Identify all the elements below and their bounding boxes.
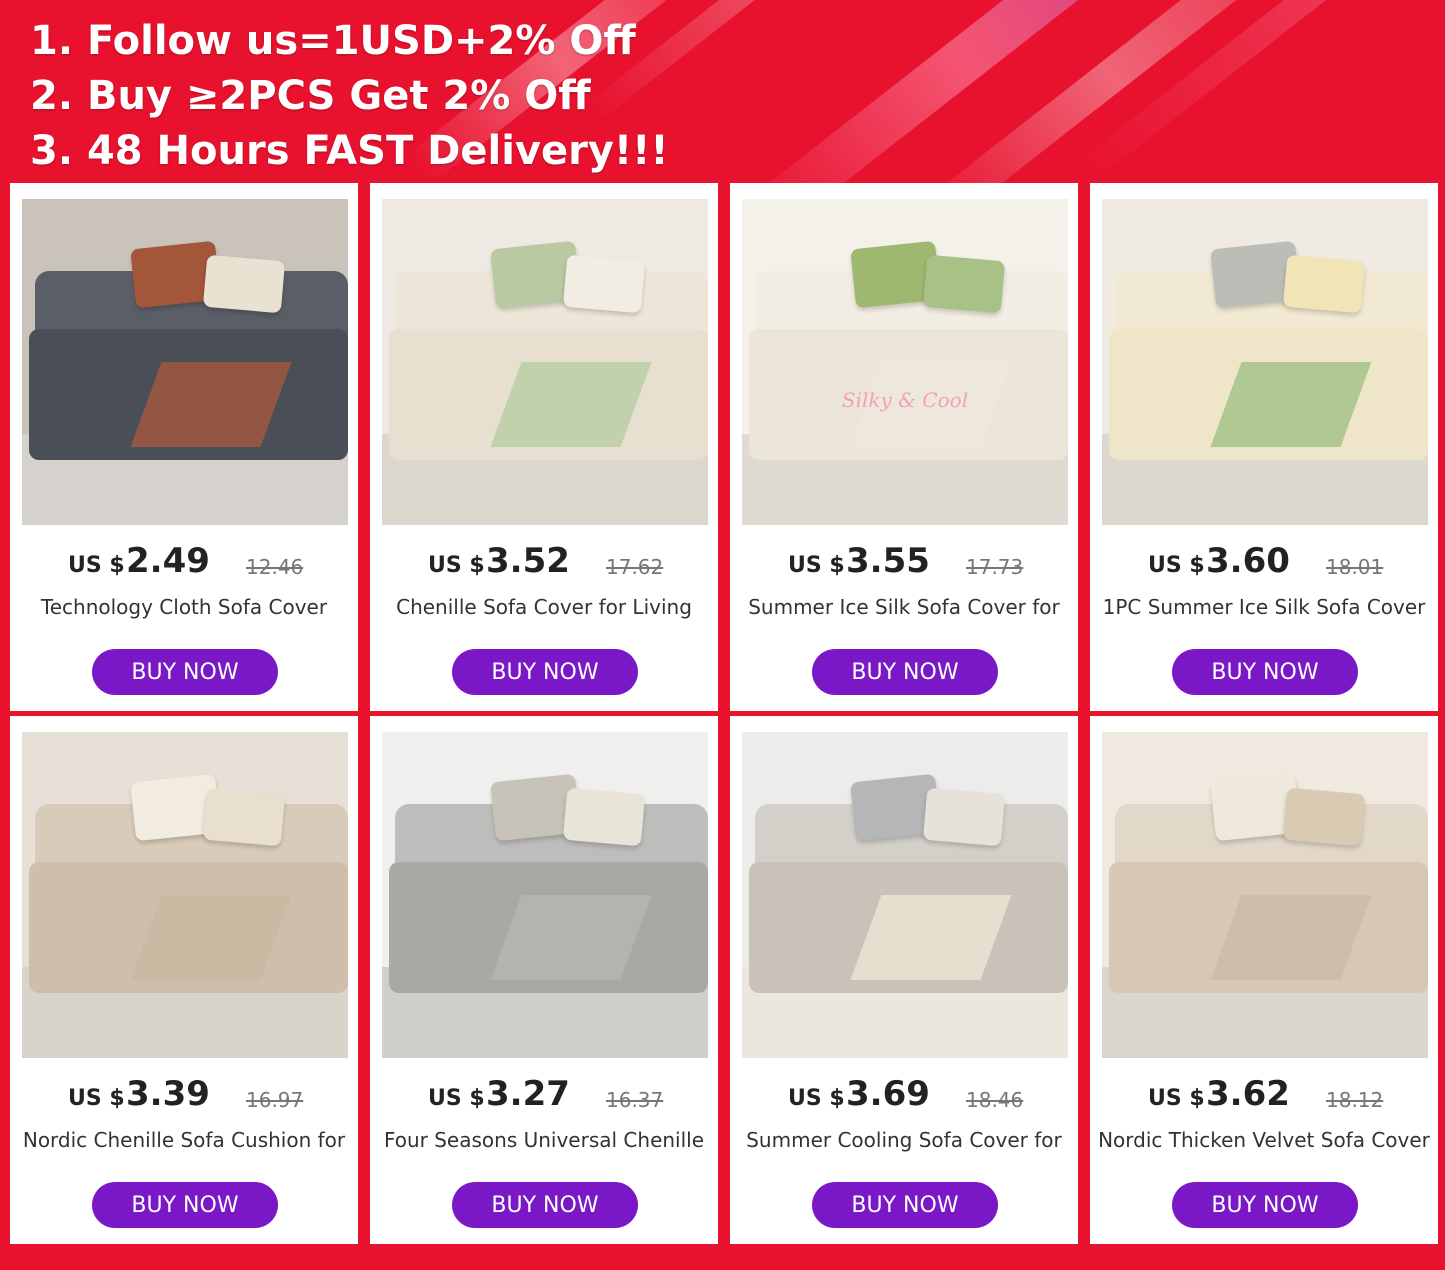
product-card[interactable]: US $ 3.39 16.97 Nordic Chenille Sofa Cus… bbox=[10, 716, 358, 1244]
image-caption: Silky & Cool bbox=[841, 388, 969, 413]
promo-banner: 1. Follow us=1USD+2% Off 2. Buy ≥2PCS Ge… bbox=[30, 14, 669, 179]
image-pillow bbox=[562, 787, 645, 847]
product-card[interactable]: Silky & Cool US $ 3.55 17.73 Summer Ice … bbox=[730, 183, 1078, 711]
product-title[interactable]: Nordic Thicken Velvet Sofa Cover bbox=[1090, 1128, 1438, 1158]
product-title[interactable]: Summer Ice Silk Sofa Cover for bbox=[730, 595, 1078, 625]
price-row: US $ 3.27 16.37 bbox=[370, 1074, 718, 1118]
image-pillow bbox=[922, 787, 1005, 847]
product-image[interactable] bbox=[1102, 732, 1428, 1058]
buy-now-button[interactable]: BUY NOW bbox=[92, 649, 278, 695]
buy-now-button[interactable]: BUY NOW bbox=[812, 1182, 998, 1228]
image-pillow bbox=[202, 254, 285, 314]
product-title[interactable]: Technology Cloth Sofa Cover bbox=[10, 595, 358, 625]
product-image[interactable]: Silky & Cool bbox=[742, 199, 1068, 525]
image-pillow bbox=[202, 787, 285, 847]
product-card[interactable]: US $ 3.62 18.12 Nordic Thicken Velvet So… bbox=[1090, 716, 1438, 1244]
product-title[interactable]: Summer Cooling Sofa Cover for bbox=[730, 1128, 1078, 1158]
price-row: US $ 3.52 17.62 bbox=[370, 541, 718, 585]
product-card[interactable]: US $ 3.52 17.62 Chenille Sofa Cover for … bbox=[370, 183, 718, 711]
price-row: US $ 3.69 18.46 bbox=[730, 1074, 1078, 1118]
currency-label: US $ bbox=[1148, 1086, 1205, 1111]
sale-price: 3.52 bbox=[486, 541, 570, 581]
image-pillow bbox=[1282, 254, 1365, 314]
decor-streak bbox=[1076, 0, 1424, 183]
promo-line: 3. 48 Hours FAST Delivery!!! bbox=[30, 128, 669, 174]
sale-price: 3.69 bbox=[846, 1074, 930, 1114]
price-row: US $ 2.49 12.46 bbox=[10, 541, 358, 585]
product-title[interactable]: 1PC Summer Ice Silk Sofa Cover bbox=[1090, 595, 1438, 625]
buy-now-button[interactable]: BUY NOW bbox=[92, 1182, 278, 1228]
buy-now-button[interactable]: BUY NOW bbox=[812, 649, 998, 695]
buy-now-button[interactable]: BUY NOW bbox=[452, 649, 638, 695]
original-price: 18.46 bbox=[966, 1088, 1024, 1112]
original-price: 16.97 bbox=[246, 1088, 304, 1112]
original-price: 16.37 bbox=[606, 1088, 664, 1112]
product-image[interactable] bbox=[1102, 199, 1428, 525]
currency-label: US $ bbox=[68, 1086, 125, 1111]
product-image[interactable] bbox=[382, 732, 708, 1058]
currency-label: US $ bbox=[788, 553, 845, 578]
original-price: 17.62 bbox=[606, 555, 664, 579]
image-pillow bbox=[922, 254, 1005, 314]
product-title[interactable]: Nordic Chenille Sofa Cushion for bbox=[10, 1128, 358, 1158]
sale-price: 3.27 bbox=[486, 1074, 570, 1114]
price-row: US $ 3.55 17.73 bbox=[730, 541, 1078, 585]
product-image[interactable] bbox=[382, 199, 708, 525]
promo-line: 1. Follow us=1USD+2% Off bbox=[30, 18, 636, 64]
product-card[interactable]: US $ 2.49 12.46 Technology Cloth Sofa Co… bbox=[10, 183, 358, 711]
product-image[interactable] bbox=[22, 732, 348, 1058]
product-image[interactable] bbox=[22, 199, 348, 525]
price-row: US $ 3.62 18.12 bbox=[1090, 1074, 1438, 1118]
buy-now-button[interactable]: BUY NOW bbox=[1172, 649, 1358, 695]
image-pillow bbox=[562, 254, 645, 314]
product-card[interactable]: US $ 3.69 18.46 Summer Cooling Sofa Cove… bbox=[730, 716, 1078, 1244]
original-price: 18.01 bbox=[1326, 555, 1384, 579]
sale-price: 3.55 bbox=[846, 541, 930, 581]
original-price: 18.12 bbox=[1326, 1088, 1384, 1112]
original-price: 12.46 bbox=[246, 555, 304, 579]
product-card[interactable]: US $ 3.27 16.37 Four Seasons Universal C… bbox=[370, 716, 718, 1244]
sale-price: 3.39 bbox=[126, 1074, 210, 1114]
currency-label: US $ bbox=[428, 553, 485, 578]
buy-now-button[interactable]: BUY NOW bbox=[452, 1182, 638, 1228]
price-row: US $ 3.39 16.97 bbox=[10, 1074, 358, 1118]
promo-line: 2. Buy ≥2PCS Get 2% Off bbox=[30, 73, 591, 119]
currency-label: US $ bbox=[1148, 553, 1205, 578]
image-pillow bbox=[1282, 787, 1365, 847]
sale-price: 3.62 bbox=[1206, 1074, 1290, 1114]
product-title[interactable]: Four Seasons Universal Chenille bbox=[370, 1128, 718, 1158]
product-title[interactable]: Chenille Sofa Cover for Living bbox=[370, 595, 718, 625]
currency-label: US $ bbox=[788, 1086, 845, 1111]
product-card[interactable]: US $ 3.60 18.01 1PC Summer Ice Silk Sofa… bbox=[1090, 183, 1438, 711]
buy-now-button[interactable]: BUY NOW bbox=[1172, 1182, 1358, 1228]
product-image[interactable] bbox=[742, 732, 1068, 1058]
currency-label: US $ bbox=[428, 1086, 485, 1111]
sale-price: 3.60 bbox=[1206, 541, 1290, 581]
currency-label: US $ bbox=[68, 553, 125, 578]
price-row: US $ 3.60 18.01 bbox=[1090, 541, 1438, 585]
original-price: 17.73 bbox=[966, 555, 1024, 579]
sale-price: 2.49 bbox=[126, 541, 210, 581]
